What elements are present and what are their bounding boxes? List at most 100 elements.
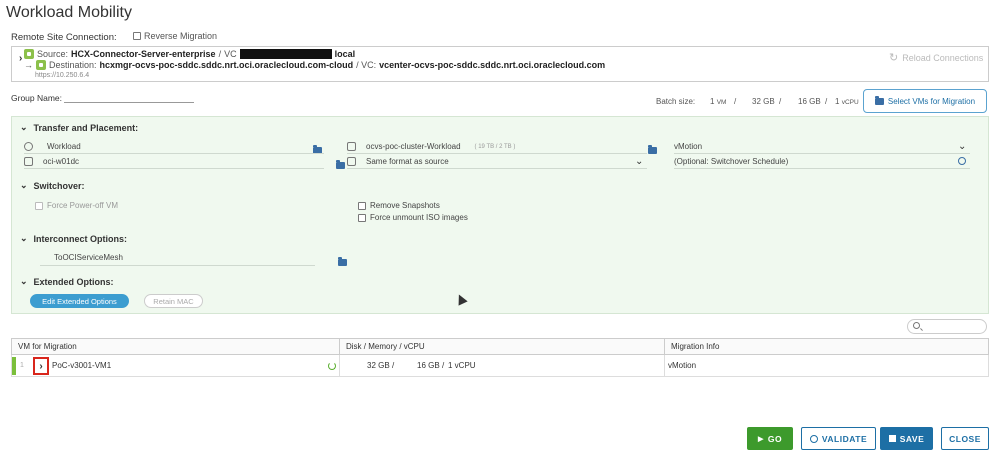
service-mesh-field[interactable]: ToOCIServiceMesh (54, 253, 123, 262)
vc-label: VC (224, 49, 237, 59)
switchover-schedule-value: (Optional: Switchover Schedule) (674, 157, 789, 166)
save-label: SAVE (899, 433, 925, 444)
slash: / (442, 361, 445, 370)
vm-name: PoC-v3001-VM1 (52, 361, 112, 370)
clock-icon[interactable] (958, 157, 966, 165)
folder-value: Workload (47, 142, 81, 151)
checkbox-icon[interactable] (133, 32, 141, 40)
interconnect-section-header[interactable]: ⌄ Interconnect Options: (20, 233, 127, 244)
switchover-schedule-field[interactable]: (Optional: Switchover Schedule) (674, 157, 788, 166)
retain-mac-button[interactable]: Retain MAC (144, 294, 203, 308)
divider (347, 153, 647, 154)
extended-section-header[interactable]: ⌄ Extended Options: (20, 276, 114, 287)
batch-slash: / (734, 97, 737, 106)
search-icon (913, 322, 920, 329)
divider (674, 168, 970, 169)
browse-cluster-icon[interactable] (647, 145, 657, 154)
row-index: 1 (20, 362, 24, 369)
remove-snapshots-checkbox[interactable]: Remove Snapshots (358, 201, 440, 210)
select-vms-label: Select VMs for Migration (887, 96, 976, 106)
force-unmount-checkbox[interactable]: Force unmount ISO images (358, 213, 468, 222)
database-icon (347, 142, 356, 151)
cluster-field[interactable]: ocvs-poc-cluster-Workload ( 19 TB / 2 TB… (347, 142, 515, 151)
destination-label: Destination: (49, 60, 97, 70)
column-header-disk[interactable]: Disk / Memory / vCPU (340, 339, 665, 354)
edit-extended-options-button[interactable]: Edit Extended Options (30, 294, 129, 308)
transfer-section-header[interactable]: ⌄ Transfer and Placement: (20, 122, 138, 133)
chevron-down-icon: ⌄ (20, 233, 28, 243)
datacenter-value: oci-w01dc (43, 157, 80, 166)
connection-expand-chevron-icon[interactable]: › (19, 53, 22, 64)
close-button[interactable]: CLOSE (941, 427, 989, 450)
remote-site-label: Remote Site Connection: (11, 32, 117, 43)
batch-memory: 16 GB (798, 97, 821, 106)
force-poweroff-checkbox[interactable]: Force Power-off VM (35, 201, 118, 210)
browse-datacenter-icon[interactable] (336, 160, 346, 169)
redaction-bar (239, 49, 332, 59)
play-icon: ▶ (757, 435, 764, 443)
service-mesh-value: ToOCIServiceMesh (54, 253, 123, 262)
slash: / (392, 361, 395, 370)
switchover-section-header[interactable]: ⌄ Switchover: (20, 180, 85, 191)
extended-title: Extended Options: (33, 276, 114, 287)
force-unmount-label: Force unmount ISO images (370, 213, 468, 222)
table-row[interactable]: 1 › PoC-v3001-VM1 32 GB / 16 GB / 1 vCPU… (11, 355, 989, 377)
chevron-down-icon[interactable]: ⌄ (635, 156, 643, 167)
migration-info-cell: vMotion (668, 361, 697, 370)
checkbox-icon[interactable] (35, 201, 43, 210)
disk-cell: 32 GB / 16 GB / 1 vCPU (340, 355, 665, 376)
grid-header: VM for Migration Disk / Memory / vCPU Mi… (11, 338, 989, 355)
vm-disk: 32 GB (367, 361, 390, 370)
divider (24, 168, 324, 169)
folder-field[interactable]: Workload (24, 142, 81, 151)
cluster-capacity: ( 19 TB / 2 TB ) (474, 143, 516, 150)
save-icon (888, 435, 896, 442)
vc-suffix: local (334, 49, 356, 59)
batch-disk: 32 GB (752, 97, 775, 106)
datacenter-field[interactable]: oci-w01dc (24, 157, 79, 166)
chevron-down-icon[interactable]: ⌄ (958, 141, 966, 152)
batch-slash: / (825, 97, 828, 106)
reload-connections-button[interactable]: ↻ Reload Connections (889, 51, 983, 64)
disk-format-value: Same format as source (366, 157, 449, 166)
reload-label: Reload Connections (902, 52, 984, 63)
migration-method-select[interactable]: vMotion (674, 142, 702, 151)
vm-grid: VM for Migration Disk / Memory / vCPU Mi… (11, 338, 989, 377)
column-header-vm[interactable]: VM for Migration (12, 339, 340, 354)
building-icon (24, 157, 33, 166)
save-button[interactable]: SAVE (880, 427, 933, 450)
browse-mesh-icon[interactable] (337, 257, 347, 266)
grid-search-input[interactable] (907, 319, 987, 334)
transfer-title: Transfer and Placement: (33, 122, 139, 133)
destination-line: → Destination: hcxmgr-ocvs-poc-sddc.sddc… (24, 60, 605, 70)
refresh-icon: ↻ (889, 52, 899, 64)
divider (347, 168, 647, 169)
reverse-migration-checkbox[interactable]: Reverse Migration (133, 31, 217, 41)
row-expand-chevron-icon[interactable]: › (33, 357, 49, 375)
column-header-migration-info[interactable]: Migration Info (665, 339, 988, 354)
vm-memory: 16 GB (417, 361, 440, 370)
batch-slash: / (779, 97, 782, 106)
chevron-down-icon: ⌄ (20, 276, 28, 286)
go-button[interactable]: ▶ GO (747, 427, 793, 450)
group-name-input[interactable] (64, 102, 194, 103)
switchover-title: Switchover: (33, 180, 85, 191)
go-label: GO (767, 433, 783, 444)
vm-cpu: 1 vCPU (448, 361, 476, 370)
reverse-migration-label: Reverse Migration (144, 31, 218, 41)
destination-name: hcxmgr-ocvs-poc-sddc.sddc.nrt.oci.oracle… (99, 60, 354, 70)
checkbox-icon[interactable] (358, 201, 366, 210)
batch-vm: 1 VM (710, 97, 727, 106)
validate-label: VALIDATE (821, 433, 868, 444)
disk-format-select[interactable]: Same format as source (347, 157, 449, 166)
select-vms-button[interactable]: Select VMs for Migration (863, 89, 987, 113)
cluster-value: ocvs-poc-cluster-Workload (366, 142, 461, 151)
checkbox-icon[interactable] (358, 213, 366, 222)
separator: / (218, 49, 222, 59)
divider (674, 153, 970, 154)
page-title: Workload Mobility (6, 4, 132, 21)
vm-cell: 1 › PoC-v3001-VM1 (12, 355, 340, 376)
batch-size-label: Batch size: (656, 97, 696, 106)
chevron-down-icon: ⌄ (20, 180, 28, 190)
validate-button[interactable]: VALIDATE (801, 427, 876, 450)
